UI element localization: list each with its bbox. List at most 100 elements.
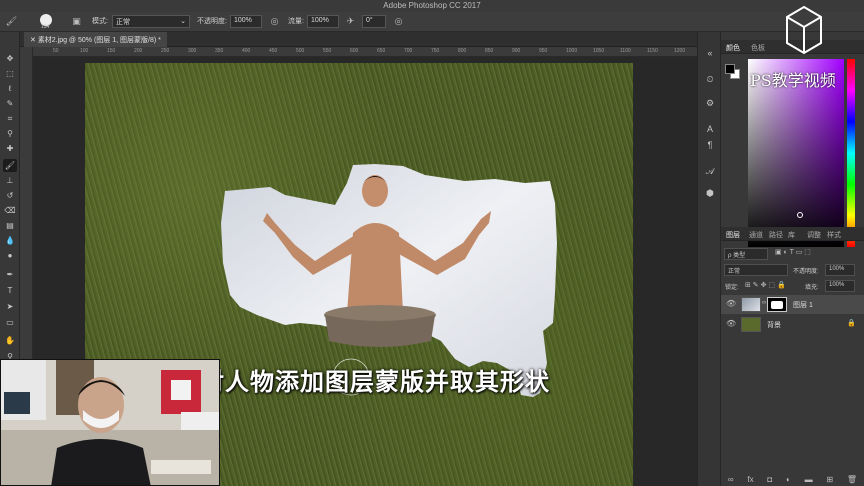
pressure-opacity-icon[interactable]: ◎ — [268, 15, 281, 28]
link-icon[interactable]: ∞ — [762, 300, 766, 306]
app-title: Adobe Photoshop CC 2017 — [383, 1, 481, 10]
marquee-icon[interactable]: ⬚ — [3, 67, 17, 80]
visibility-eye-icon[interactable]: 👁 — [726, 319, 736, 328]
person-head — [362, 175, 388, 207]
dodge-icon[interactable]: ● — [3, 249, 17, 262]
healing-icon[interactable]: ✚ — [3, 142, 17, 155]
options-bar: 🖌 134 ▣ 模式: 正常 ⌄ 不透明度: 100% ◎ 流量: 100% ✈ … — [0, 12, 864, 32]
history-brush-icon[interactable]: ↺ — [3, 189, 17, 202]
layer-row[interactable]: 👁 ∞ 图层 1 — [721, 295, 864, 314]
new-layer-icon[interactable]: ⊞ — [826, 475, 833, 484]
crop-icon[interactable]: ⌗ — [3, 112, 17, 125]
ruler-tick-label: 250 — [161, 48, 170, 54]
hue-slider[interactable] — [847, 59, 855, 247]
smoothing-field[interactable]: 0° — [362, 15, 386, 28]
layer-name[interactable]: 背景 — [767, 320, 781, 330]
close-icon[interactable]: ✕ — [30, 37, 38, 44]
lock-icons[interactable]: ⊞ ✎ ✥ ⬚ 🔒 — [745, 281, 786, 289]
brush-panel-icon[interactable]: ▣ — [70, 15, 83, 28]
ruler-tick-label: 900 — [512, 48, 521, 54]
mask-shape — [771, 301, 783, 309]
adjustment-layer-icon[interactable]: ◐ — [786, 475, 791, 484]
tab-channels[interactable]: 通道 — [749, 230, 763, 240]
path-select-icon[interactable]: ➤ — [3, 300, 17, 313]
glyphs-icon[interactable]: 𝒜 — [702, 164, 718, 178]
layer-opacity-field[interactable]: 100% — [825, 264, 855, 276]
blend-mode-select[interactable]: 正常 — [724, 264, 788, 276]
layer-kind-filter[interactable]: ρ 类型 — [724, 248, 768, 260]
visibility-eye-icon[interactable]: 👁 — [726, 299, 736, 308]
move-icon[interactable]: ✥ — [3, 52, 17, 65]
layer-row[interactable]: 👁 背景 🔒 — [721, 315, 864, 334]
tab-swatches[interactable]: 色板 — [751, 43, 765, 53]
tab-libraries[interactable]: 库 — [788, 230, 795, 240]
layer-style-icon[interactable]: fx — [747, 475, 753, 484]
ruler-tick-label: 1150 — [647, 48, 658, 54]
tab-paths[interactable]: 路径 — [769, 230, 783, 240]
type-icon[interactable]: T — [3, 284, 17, 297]
opacity-label: 不透明度: — [197, 18, 227, 25]
layer-mask-thumbnail[interactable] — [767, 297, 787, 312]
opacity-field[interactable]: 100% — [230, 15, 262, 28]
lock-icon: 🔒 — [847, 320, 856, 327]
panel-icon-strip: « ⏲ ⚙ A ¶ 𝒜 ⬢ — [697, 32, 721, 486]
color-picker-cursor[interactable] — [797, 212, 803, 218]
tab-styles[interactable]: 样式 — [827, 230, 841, 240]
rectangle-icon[interactable]: ▭ — [3, 316, 17, 329]
adjustments-icon[interactable]: ⚙ — [702, 96, 718, 110]
ruler-tick-label: 1100 — [620, 48, 631, 54]
layer-name[interactable]: 图层 1 — [793, 300, 813, 310]
layers-panel-tabs: 图层 通道 路径 库 调整 样式 — [721, 227, 864, 241]
tab-layers[interactable]: 图层 — [726, 230, 740, 240]
ruler-tick-label: 850 — [485, 48, 494, 54]
blur-icon[interactable]: 💧 — [3, 234, 17, 247]
tab-adjustments[interactable]: 调整 — [807, 230, 821, 240]
channel-logo — [786, 5, 822, 55]
brush-size: 134 — [41, 24, 50, 30]
lasso-icon[interactable]: ℓ — [3, 82, 17, 95]
pen-icon[interactable]: ✒ — [3, 268, 17, 281]
hand-icon[interactable]: ✋ — [3, 334, 17, 347]
delete-layer-icon[interactable]: 🗑 — [847, 475, 857, 484]
brush-icon[interactable]: 🖌 — [3, 159, 17, 172]
ruler-tick-label: 950 — [539, 48, 548, 54]
ruler-tick-label: 350 — [215, 48, 224, 54]
document-tab[interactable]: ✕ 素材2.jpg @ 50% (图层 1, 图层蒙版/8) * — [24, 32, 167, 47]
stamp-icon[interactable]: ⊥ — [3, 174, 17, 187]
document-tab-label: 素材2.jpg @ 50% (图层 1, 图层蒙版/8) * — [37, 37, 161, 44]
airbrush-icon[interactable]: ✈ — [344, 15, 357, 28]
ruler-tick-label: 750 — [431, 48, 440, 54]
brush-preset-icon[interactable]: 🖌 — [5, 15, 18, 28]
3d-icon[interactable]: ⬢ — [702, 186, 718, 200]
title-bar: Adobe Photoshop CC 2017 — [0, 0, 864, 12]
pressure-size-icon[interactable]: ◎ — [392, 15, 405, 28]
history-icon[interactable]: ⏲ — [702, 72, 718, 86]
fill-label: 填充: — [805, 285, 819, 291]
character-icon[interactable]: A — [702, 122, 718, 136]
quick-select-icon[interactable]: ✎ — [3, 97, 17, 110]
ruler-tick-label: 800 — [458, 48, 467, 54]
gradient-icon[interactable]: ▤ — [3, 219, 17, 232]
person-torso — [347, 223, 403, 313]
eyedropper-icon[interactable]: ⚲ — [3, 127, 17, 140]
ruler-tick-label: 450 — [269, 48, 278, 54]
ruler-tick-label: 700 — [404, 48, 413, 54]
mode-select[interactable]: 正常 ⌄ — [112, 15, 190, 28]
fill-field[interactable]: 100% — [825, 280, 855, 292]
tab-color[interactable]: 颜色 — [726, 43, 740, 53]
channel-watermark: PS教学视频 — [750, 71, 836, 90]
foreground-color-swatch[interactable] — [725, 64, 735, 74]
ruler-tick-label: 550 — [323, 48, 332, 54]
flow-label: 流量: — [288, 18, 304, 25]
add-mask-icon[interactable]: ◘ — [767, 475, 772, 484]
layer-opacity-label: 不透明度: — [793, 269, 819, 275]
layers-panel-footer: ∞ fx ◘ ◐ ▬ ⊞ 🗑 — [721, 472, 864, 486]
collapse-arrows-icon[interactable]: « — [702, 46, 718, 60]
link-layers-icon[interactable]: ∞ — [728, 475, 734, 484]
new-group-icon[interactable]: ▬ — [805, 475, 813, 484]
layer-filter-icons[interactable]: ▣ ◐ T ▭ ⬚ — [775, 248, 811, 256]
horizontal-ruler: 50 100 150 200 250 300 350 400 450 500 550 600 650 70… — [33, 47, 715, 57]
paragraph-icon[interactable]: ¶ — [702, 138, 718, 152]
eraser-icon[interactable]: ⌫ — [3, 204, 17, 217]
flow-field[interactable]: 100% — [307, 15, 339, 28]
